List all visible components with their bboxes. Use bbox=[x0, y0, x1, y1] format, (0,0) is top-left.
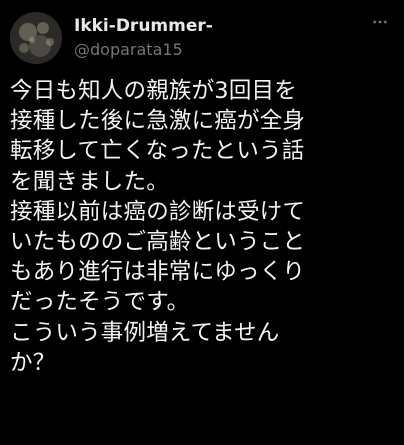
author-handle[interactable]: @doparata15 bbox=[74, 39, 213, 61]
tweet-text-line: こういう事例増えてません bbox=[10, 319, 280, 346]
tweet-text-line: 接種した後に急激に癌が全身 bbox=[10, 108, 306, 135]
tweet-text-line: いたもののご高齢ということ bbox=[10, 229, 306, 256]
more-options-icon[interactable] bbox=[368, 10, 392, 34]
tweet-text-line: 今日も知人の親族が3回目を bbox=[10, 78, 297, 104]
tweet-text: 今日も知人の親族が3回目を 接種した後に急激に癌が全身 転移して亡くなったという… bbox=[10, 76, 394, 378]
author-display-name[interactable]: Ikki-Drummer- bbox=[74, 15, 213, 37]
author-names: Ikki-Drummer- @doparata15 bbox=[74, 15, 213, 61]
tweet-text-line: 転移して亡くなったという話 bbox=[10, 138, 305, 165]
tweet-text-line: を聞きました。 bbox=[10, 168, 169, 195]
tweet-text-line: か？ bbox=[10, 349, 56, 376]
tweet-text-line: だったそうです。 bbox=[10, 289, 190, 316]
tweet-text-line: もあり進行は非常にゆっくり bbox=[10, 259, 306, 286]
tweet-header: Ikki-Drummer- @doparata15 bbox=[10, 6, 394, 70]
tweet-text-line: 接種以前は癌の診断は受けて bbox=[10, 198, 306, 225]
tweet-card: Ikki-Drummer- @doparata15 今日も知人の親族が3回目を … bbox=[0, 0, 404, 445]
avatar[interactable] bbox=[10, 12, 62, 64]
avatar-image-icon bbox=[10, 12, 62, 64]
